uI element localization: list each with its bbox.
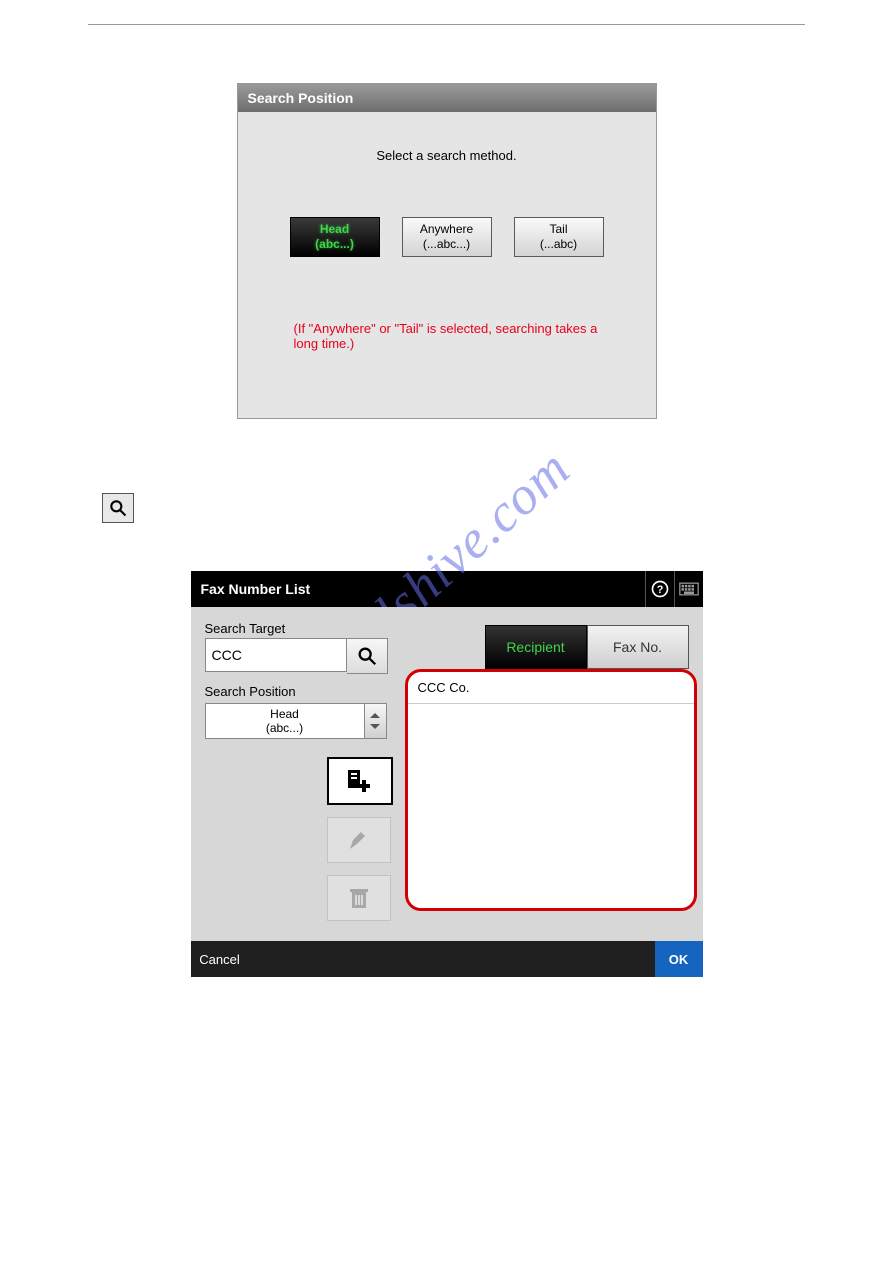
edit-button	[327, 817, 391, 863]
option-sublabel: (abc...)	[291, 237, 379, 252]
head-option[interactable]: Head (abc...)	[290, 217, 380, 257]
add-button[interactable]	[327, 757, 393, 805]
panel-prompt: Select a search method.	[262, 148, 632, 163]
search-target-input[interactable]	[205, 638, 347, 672]
option-sublabel: (...abc...)	[403, 237, 491, 252]
search-position-value: Head (abc...)	[205, 703, 365, 739]
magnifier-icon	[356, 645, 378, 667]
svg-text:?: ?	[656, 584, 663, 596]
search-position-line2: (abc...)	[266, 721, 303, 735]
option-label: Tail	[515, 222, 603, 237]
dialog-title: Fax Number List	[191, 581, 645, 597]
tail-option[interactable]: Tail (...abc)	[514, 217, 604, 257]
cancel-button[interactable]: Cancel	[191, 941, 249, 977]
pencil-icon	[347, 828, 371, 852]
magnifier-icon	[108, 498, 128, 518]
anywhere-option[interactable]: Anywhere (...abc...)	[402, 217, 492, 257]
fax-number-list-panel: Fax Number List ? Search Target	[191, 571, 703, 977]
search-position-line1: Head	[270, 707, 299, 721]
option-label: Head	[291, 222, 379, 237]
delete-button	[327, 875, 391, 921]
trash-icon	[348, 886, 370, 910]
search-position-dropdown[interactable]	[365, 703, 387, 739]
search-icon	[102, 493, 134, 523]
keyboard-button[interactable]	[674, 571, 703, 607]
list-item[interactable]: CCC Co.	[408, 672, 694, 704]
updown-icon	[369, 713, 381, 729]
warning-text: (If "Anywhere" or "Tail" is selected, se…	[262, 321, 632, 351]
search-position-panel: Search Position Select a search method. …	[237, 83, 657, 419]
page-divider	[88, 24, 805, 25]
help-icon: ?	[650, 579, 670, 599]
add-document-icon	[346, 768, 374, 794]
keyboard-icon	[679, 582, 699, 596]
tab-faxno[interactable]: Fax No.	[587, 625, 689, 669]
footer-spacer	[249, 941, 655, 977]
search-button[interactable]	[347, 638, 388, 674]
option-sublabel: (...abc)	[515, 237, 603, 252]
results-list: CCC Co.	[405, 669, 697, 911]
ok-button[interactable]: OK	[655, 941, 703, 977]
help-button[interactable]: ?	[645, 571, 674, 607]
option-label: Anywhere	[403, 222, 491, 237]
tab-recipient[interactable]: Recipient	[485, 625, 587, 669]
panel-title: Search Position	[238, 84, 656, 112]
